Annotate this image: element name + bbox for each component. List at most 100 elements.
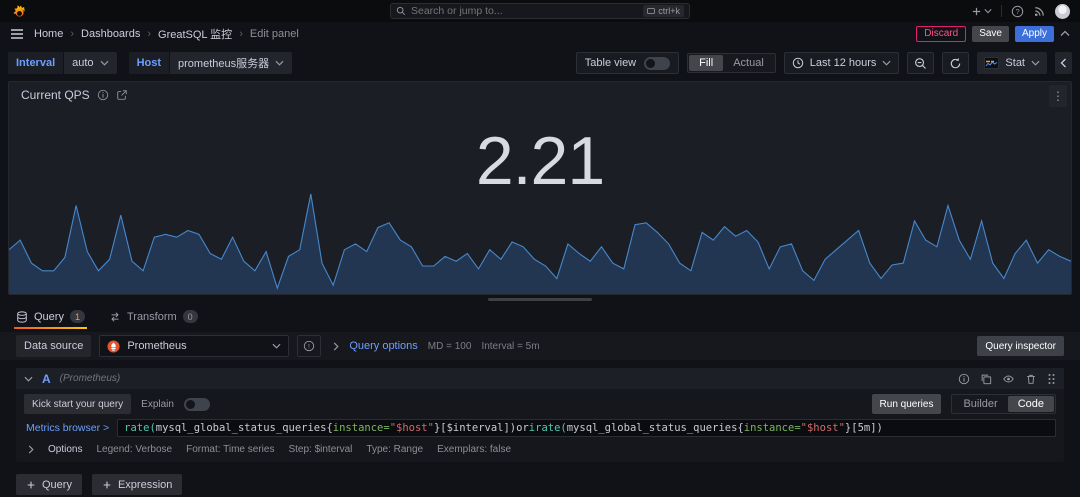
- datasource-help-button[interactable]: !: [297, 335, 321, 357]
- top-nav: ctrl+k ?: [0, 0, 1080, 22]
- breadcrumb-separator: ›: [147, 28, 151, 40]
- transform-icon: [109, 311, 121, 323]
- global-search[interactable]: ctrl+k: [390, 3, 690, 19]
- panel-editor-toolbar: Interval auto Host prometheus服务器 Table v…: [0, 47, 1080, 79]
- actual-button[interactable]: Actual: [723, 55, 774, 71]
- help-icon[interactable]: ?: [1011, 5, 1024, 18]
- add-new-button[interactable]: [971, 6, 992, 17]
- grafana-edit-panel-app: ctrl+k ? Home › Da: [0, 0, 1080, 495]
- drag-handle-icon[interactable]: [1047, 373, 1056, 385]
- chevron-down-icon: [1031, 60, 1040, 66]
- breadcrumb-separator: ›: [70, 28, 74, 40]
- time-range-picker[interactable]: Last 12 hours: [784, 52, 900, 74]
- question-circle-icon: !: [303, 340, 315, 352]
- tab-transform[interactable]: Transform 0: [107, 306, 200, 329]
- option-format: Format: Time series: [186, 444, 274, 455]
- chevron-down-icon: [882, 60, 891, 66]
- tab-query-label: Query: [34, 311, 64, 323]
- visualization-picker[interactable]: Stat: [977, 52, 1047, 74]
- tab-query[interactable]: Query 1: [14, 306, 87, 329]
- save-button[interactable]: Save: [972, 26, 1009, 42]
- query-options-link[interactable]: Query options: [349, 340, 417, 352]
- table-view-toggle[interactable]: [644, 57, 670, 70]
- chevron-down-icon: [984, 8, 992, 14]
- breadcrumb-edit-panel: Edit panel: [250, 28, 299, 40]
- disable-query-eye-icon[interactable]: [1002, 373, 1015, 385]
- variable-host-label: Host: [129, 52, 169, 74]
- chevron-up-icon[interactable]: [1060, 30, 1070, 37]
- option-step: Step: $interval: [288, 444, 352, 455]
- prometheus-icon: [107, 340, 120, 353]
- menu-icon[interactable]: [10, 28, 24, 40]
- refresh-button[interactable]: [942, 52, 969, 74]
- refresh-icon: [949, 57, 962, 70]
- fill-button[interactable]: Fill: [689, 55, 723, 71]
- panel-menu-kebab-icon[interactable]: ⋮: [1049, 85, 1067, 107]
- table-view-label: Table view: [585, 57, 636, 69]
- min-interval-value: Interval = 5m: [481, 341, 539, 352]
- plus-icon: [102, 480, 112, 490]
- tab-transform-count: 0: [183, 310, 198, 323]
- metrics-browser-link[interactable]: Metrics browser >: [24, 422, 109, 434]
- query-inspector-button[interactable]: Query inspector: [977, 336, 1064, 356]
- variable-host: Host prometheus服务器: [129, 52, 293, 74]
- breadcrumb-row: Home › Dashboards › GreatSQL 监控 › Edit p…: [0, 22, 1080, 45]
- variable-host-value[interactable]: prometheus服务器: [170, 52, 292, 74]
- code-button[interactable]: Code: [1008, 396, 1054, 412]
- search-input[interactable]: [411, 5, 638, 17]
- explain-toggle[interactable]: [184, 398, 210, 411]
- variable-interval-label: Interval: [8, 52, 63, 74]
- discard-button[interactable]: Discard: [916, 26, 966, 42]
- chevron-right-icon[interactable]: [333, 342, 339, 351]
- variable-interval-value[interactable]: auto: [64, 52, 116, 74]
- tab-transform-label: Transform: [127, 311, 177, 323]
- variable-interval: Interval auto: [8, 52, 117, 74]
- options-label[interactable]: Options: [48, 444, 82, 455]
- info-icon[interactable]: [97, 89, 109, 101]
- kick-start-query-button[interactable]: Kick start your query: [24, 394, 131, 414]
- query-ref-id: A: [42, 372, 51, 386]
- option-exemplars: Exemplars: false: [437, 444, 511, 455]
- collapse-options-pane-button[interactable]: [1055, 52, 1072, 74]
- datasource-name: Prometheus: [127, 340, 186, 352]
- builder-button[interactable]: Builder: [953, 396, 1007, 412]
- chevron-down-icon: [272, 343, 281, 349]
- news-icon[interactable]: [1033, 5, 1046, 18]
- query-help-icon[interactable]: [958, 373, 970, 385]
- breadcrumb-dashboards[interactable]: Dashboards: [81, 28, 140, 40]
- datasource-label: Data source: [16, 335, 91, 357]
- tab-query-count: 1: [70, 310, 85, 323]
- option-type: Type: Range: [366, 444, 423, 455]
- add-query-button[interactable]: Query: [16, 474, 82, 495]
- explain-label: Explain: [141, 399, 174, 410]
- run-queries-button[interactable]: Run queries: [872, 394, 942, 414]
- chevron-left-icon: [1060, 58, 1067, 68]
- query-footer: Query Expression: [16, 474, 1064, 495]
- keyboard-icon: [647, 8, 655, 14]
- nav-divider: [1001, 5, 1002, 17]
- chevron-right-icon[interactable]: [28, 445, 34, 454]
- grafana-logo-icon[interactable]: [10, 3, 27, 20]
- plus-icon: [26, 480, 36, 490]
- editor-tabs: Query 1 Transform 0: [0, 304, 1080, 329]
- external-link-icon[interactable]: [116, 89, 128, 101]
- query-row-A: A (Prometheus): [16, 368, 1064, 462]
- datasource-picker[interactable]: Prometheus: [99, 335, 289, 357]
- search-icon: [396, 6, 406, 16]
- query-row-header[interactable]: A (Prometheus): [16, 368, 1064, 389]
- delete-query-trash-icon[interactable]: [1025, 373, 1037, 385]
- plus-icon: [971, 6, 982, 17]
- promql-expression[interactable]: rate(mysql_global_status_queries{instanc…: [117, 419, 1056, 437]
- breadcrumb-dashboard-name[interactable]: GreatSQL 监控: [158, 26, 232, 42]
- panel-title[interactable]: Current QPS: [21, 88, 90, 102]
- stat-value: 2.21: [9, 122, 1071, 200]
- zoom-out-time-button[interactable]: [907, 52, 934, 74]
- add-expression-button[interactable]: Expression: [92, 474, 182, 495]
- user-avatar[interactable]: [1055, 4, 1070, 19]
- duplicate-query-icon[interactable]: [980, 373, 992, 385]
- chevron-down-icon[interactable]: [24, 376, 33, 382]
- apply-button[interactable]: Apply: [1015, 26, 1054, 42]
- breadcrumb-home[interactable]: Home: [34, 28, 63, 40]
- stat-panel[interactable]: Current QPS ⋮ 2.21: [8, 81, 1072, 295]
- resize-handle[interactable]: [488, 298, 592, 301]
